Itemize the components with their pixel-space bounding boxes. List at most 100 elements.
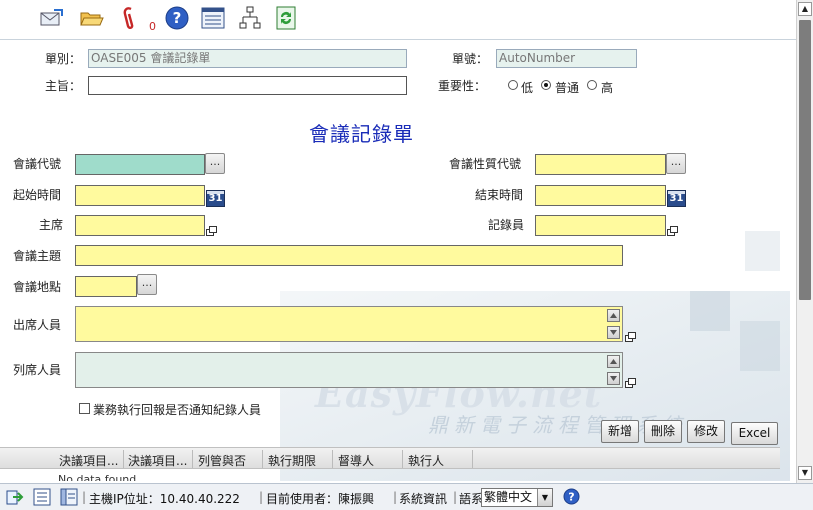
chair-popup-icon[interactable] — [206, 226, 218, 237]
col-executor[interactable]: 執行人 — [408, 452, 444, 469]
svg-text:?: ? — [568, 491, 574, 504]
status-bar: | 主機IP位址：10.40.40.222 | 目前使用者：陳振興 | 系統資訊… — [0, 483, 813, 510]
grid-header: 決議項目... 決議項目... 列管與否 執行期限 督導人 執行人 — [0, 447, 780, 469]
help-icon[interactable]: ? — [165, 6, 189, 30]
svg-text:?: ? — [173, 9, 182, 27]
current-user: 目前使用者：陳振興 — [266, 492, 375, 506]
subject-input[interactable] — [88, 76, 407, 95]
help-icon[interactable]: ? — [563, 488, 580, 508]
notify-recorder-checkbox[interactable] — [79, 403, 90, 414]
subject-label: 主旨： — [45, 79, 82, 93]
attachment-count: 0 — [149, 20, 156, 33]
recorder-input[interactable] — [535, 215, 666, 236]
col-separator — [472, 450, 473, 468]
priority-high-label: 高 — [601, 81, 614, 95]
language-select[interactable]: 繁體中文 ▼ — [481, 488, 553, 507]
col-separator — [332, 450, 333, 468]
status-separator: | — [453, 490, 458, 504]
form-no-field: AutoNumber — [496, 49, 637, 68]
chair-input[interactable] — [75, 215, 205, 236]
logout-icon[interactable] — [6, 488, 24, 509]
priority-label: 重要性： — [438, 79, 487, 93]
priority-high-radio[interactable] — [587, 80, 597, 90]
status-separator: | — [82, 490, 87, 504]
chevron-down-icon[interactable]: ▼ — [537, 489, 552, 506]
meeting-type-code-input[interactable] — [535, 154, 666, 175]
observers-label: 列席人員 — [13, 363, 62, 377]
attendees-textarea[interactable] — [75, 306, 623, 342]
watermark-block — [690, 291, 730, 331]
vertical-scrollbar[interactable]: ▲ ▼ — [796, 0, 813, 483]
priority-normal-radio[interactable] — [541, 80, 551, 90]
end-time-input[interactable] — [535, 185, 666, 206]
attachment-icon[interactable] — [117, 6, 141, 30]
form-area: EasyFlow.net 鼎新電子流程管理系統 單別： OASE005 會議記錄… — [0, 41, 796, 481]
flowchart-icon[interactable] — [238, 6, 262, 30]
col-separator — [402, 450, 403, 468]
form-title: 會議記錄單 — [309, 122, 414, 146]
recorder-popup-icon[interactable] — [667, 226, 679, 237]
host-ip: 主機IP位址：10.40.40.222 — [89, 492, 240, 506]
observers-scroll-down-icon[interactable] — [607, 372, 620, 385]
observers-scroll-up-icon[interactable] — [607, 355, 620, 368]
start-time-input[interactable] — [75, 185, 205, 206]
add-button[interactable]: 新增 — [601, 420, 639, 443]
refresh-icon[interactable] — [274, 6, 298, 30]
scroll-thumb[interactable] — [799, 20, 811, 300]
form-type-field: OASE005 會議記錄單 — [88, 49, 407, 68]
meeting-code-label: 會議代號 — [13, 157, 62, 171]
observers-popup-icon[interactable] — [625, 378, 637, 389]
location-lookup-button[interactable]: ... — [137, 274, 157, 295]
open-folder-icon[interactable] — [80, 6, 104, 30]
col-separator — [123, 450, 124, 468]
delete-button[interactable]: 刪除 — [644, 420, 682, 443]
status-separator: | — [393, 490, 398, 504]
location-label: 會議地點 — [13, 280, 62, 294]
meeting-type-code-label: 會議性質代號 — [449, 157, 522, 171]
form-no-label: 單號： — [452, 52, 489, 66]
priority-normal-label: 普通 — [555, 81, 580, 95]
col-deadline[interactable]: 執行期限 — [268, 452, 316, 469]
attendees-popup-icon[interactable] — [625, 332, 637, 343]
topic-input[interactable] — [75, 245, 623, 266]
attendees-label: 出席人員 — [13, 318, 62, 332]
list-view-icon[interactable] — [33, 488, 51, 509]
grid-empty-message: No data found — [58, 473, 137, 481]
col-resolution-item-1[interactable]: 決議項目... — [59, 452, 118, 469]
edit-button[interactable]: 修改 — [687, 420, 725, 443]
col-supervisor[interactable]: 督導人 — [338, 452, 374, 469]
col-controlled[interactable]: 列管與否 — [198, 452, 246, 469]
end-time-label: 結束時間 — [475, 188, 524, 202]
notify-recorder-label: 業務執行回報是否通知紀錄人員 — [93, 403, 262, 417]
col-separator — [192, 450, 193, 468]
priority-low-radio[interactable] — [508, 80, 518, 90]
language-select-value: 繁體中文 — [484, 490, 533, 504]
mail-icon[interactable] — [40, 6, 64, 30]
status-separator: | — [259, 490, 264, 504]
start-calendar-icon[interactable]: 31 — [206, 190, 225, 207]
scroll-down-icon[interactable]: ▼ — [798, 466, 812, 480]
end-calendar-icon[interactable]: 31 — [667, 190, 686, 207]
system-info-link[interactable]: 系統資訊 — [399, 490, 447, 507]
observers-textarea[interactable] — [75, 352, 623, 388]
watermark-block — [745, 231, 780, 271]
frame-view-icon[interactable] — [60, 488, 78, 509]
watermark-block — [740, 321, 780, 371]
start-time-label: 起始時間 — [13, 188, 62, 202]
excel-button[interactable]: Excel — [731, 422, 778, 445]
attendees-scroll-up-icon[interactable] — [607, 309, 620, 322]
chair-label: 主席 — [39, 218, 64, 232]
form-list-icon[interactable] — [201, 6, 225, 30]
scroll-up-icon[interactable]: ▲ — [798, 2, 812, 16]
attendees-scroll-down-icon[interactable] — [607, 326, 620, 339]
form-type-label: 單別： — [45, 52, 82, 66]
topic-label: 會議主題 — [13, 249, 62, 263]
priority-low-label: 低 — [521, 81, 534, 95]
meeting-code-input[interactable] — [75, 154, 205, 175]
meeting-code-lookup-button[interactable]: ... — [205, 153, 225, 174]
toolbar: 0 ? — [0, 0, 796, 40]
location-input[interactable] — [75, 276, 137, 297]
recorder-label: 記錄員 — [488, 218, 525, 232]
col-resolution-item-2[interactable]: 決議項目... — [128, 452, 187, 469]
meeting-type-lookup-button[interactable]: ... — [666, 153, 686, 174]
